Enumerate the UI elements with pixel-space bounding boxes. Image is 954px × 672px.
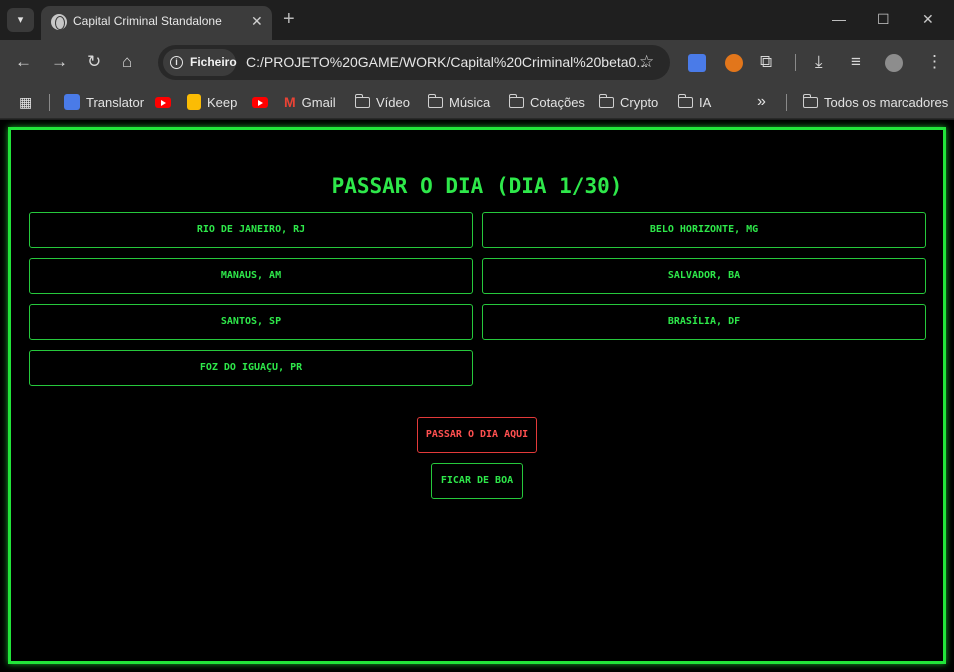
chevron-down-icon: ▾ xyxy=(17,14,24,26)
folder-icon xyxy=(677,93,693,108)
site-info-label: Ficheiro xyxy=(190,55,237,69)
browser-toolbar: ← → ↻ ⌂ i Ficheiro C:/PROJETO%20GAME/WOR… xyxy=(0,40,954,86)
bookmark-folder-musica[interactable]: Música xyxy=(427,93,491,111)
bookmark-youtube-2[interactable] xyxy=(252,93,268,111)
youtube-icon xyxy=(252,96,268,108)
bookmark-star-icon[interactable]: ☆ xyxy=(639,52,654,72)
tab-title: Capital Criminal Standalone xyxy=(73,14,222,28)
close-icon[interactable]: ✕ xyxy=(251,13,263,30)
folder-icon xyxy=(427,93,443,108)
city-button-salvador[interactable]: SALVADOR, BA xyxy=(482,258,926,294)
reload-icon[interactable]: ↻ xyxy=(87,52,101,72)
keep-icon xyxy=(187,94,201,110)
media-control-icon[interactable]: ≡ xyxy=(851,52,861,72)
site-info-chip[interactable]: i Ficheiro xyxy=(163,49,237,76)
bookmark-folder-cotacoes[interactable]: Cotações xyxy=(508,93,585,111)
bookmark-keep[interactable]: Keep xyxy=(187,93,237,111)
bookmark-label: Gmail xyxy=(301,94,336,110)
new-tab-button[interactable]: + xyxy=(283,8,295,30)
bookmark-folder-video[interactable]: Vídeo xyxy=(354,93,410,111)
bookmarks-bar: ▦ Translator Keep M Gmail Vídeo Música C… xyxy=(0,86,954,119)
address-bar[interactable]: i Ficheiro C:/PROJETO%20GAME/WORK/Capita… xyxy=(158,45,670,80)
minimize-icon[interactable]: — xyxy=(832,9,846,29)
folder-icon xyxy=(354,93,370,108)
folder-icon xyxy=(802,93,818,108)
bookmark-label: Crypto xyxy=(620,94,659,110)
bookmark-label: IA xyxy=(699,94,712,110)
download-icon[interactable]: ⤓ xyxy=(815,52,823,72)
city-button-belo-horizonte[interactable]: BELO HORIZONTE, MG xyxy=(482,212,926,248)
stay-chill-button[interactable]: FICAR DE BOA xyxy=(431,463,523,499)
maximize-icon[interactable]: ☐ xyxy=(877,9,890,29)
window-close-icon[interactable]: ✕ xyxy=(922,9,934,29)
home-icon[interactable]: ⌂ xyxy=(122,52,132,72)
all-bookmarks-folder[interactable]: Todos os marcadores xyxy=(802,93,949,111)
url-text[interactable]: C:/PROJETO%20GAME/WORK/Capital%20Crimina… xyxy=(246,54,648,70)
profile-avatar[interactable] xyxy=(885,54,903,72)
bookmark-folder-ia[interactable]: IA xyxy=(677,93,712,111)
bookmarks-overflow-icon[interactable]: » xyxy=(757,93,766,111)
bookmark-label: Vídeo xyxy=(376,94,410,110)
back-arrow-icon[interactable]: ← xyxy=(15,52,32,72)
city-button-brasilia[interactable]: BRASÍLIA, DF xyxy=(482,304,926,340)
bookmark-folder-crypto[interactable]: Crypto xyxy=(598,93,659,111)
menu-kebab-icon[interactable]: ⋮ xyxy=(926,52,943,72)
globe-icon xyxy=(51,14,67,30)
city-button-foz-do-iguacu[interactable]: FOZ DO IGUAÇU, PR xyxy=(29,350,473,386)
apps-grid-icon[interactable]: ▦ xyxy=(19,93,32,111)
extensions-puzzle-icon[interactable]: ⧉ xyxy=(760,52,772,72)
youtube-icon xyxy=(155,96,171,108)
city-button-manaus[interactable]: MANAUS, AM xyxy=(29,258,473,294)
game-panel: PASSAR O DIA (DIA 1/30) RIO DE JANEIRO, … xyxy=(8,127,946,664)
bookmark-label: Keep xyxy=(207,94,238,110)
city-button-santos[interactable]: SANTOS, SP xyxy=(29,304,473,340)
bookmark-label: Translator xyxy=(86,94,145,110)
bookmark-translator[interactable]: Translator xyxy=(64,93,144,111)
tab-strip: ▾ Capital Criminal Standalone ✕ + — ☐ ✕ xyxy=(0,0,954,40)
forward-arrow-icon[interactable]: → xyxy=(51,52,68,72)
bookmark-youtube-1[interactable] xyxy=(155,93,171,111)
city-button-rio-de-janeiro[interactable]: RIO DE JANEIRO, RJ xyxy=(29,212,473,248)
page-viewport: PASSAR O DIA (DIA 1/30) RIO DE JANEIRO, … xyxy=(0,120,954,672)
all-bookmarks-label: Todos os marcadores xyxy=(824,94,949,110)
browser-tab[interactable]: Capital Criminal Standalone ✕ xyxy=(41,6,272,40)
bookmark-label: Música xyxy=(449,94,491,110)
pass-day-here-button[interactable]: PASSAR O DIA AQUI xyxy=(417,417,537,453)
gmail-icon: M xyxy=(284,94,296,110)
tab-search-button[interactable]: ▾ xyxy=(7,8,34,32)
folder-icon xyxy=(508,93,524,108)
google-translate-extension-icon[interactable] xyxy=(688,54,706,72)
folder-icon xyxy=(598,93,614,108)
bookmark-gmail[interactable]: M Gmail xyxy=(284,93,336,111)
metamask-icon[interactable] xyxy=(725,54,743,72)
info-icon: i xyxy=(170,56,183,69)
bookmark-label: Cotações xyxy=(530,94,585,110)
bookmarks-divider xyxy=(786,94,787,111)
page-title: PASSAR O DIA (DIA 1/30) xyxy=(331,174,623,198)
bookmarks-divider xyxy=(49,94,50,111)
google-translate-icon xyxy=(64,94,80,110)
toolbar-divider xyxy=(795,54,796,71)
